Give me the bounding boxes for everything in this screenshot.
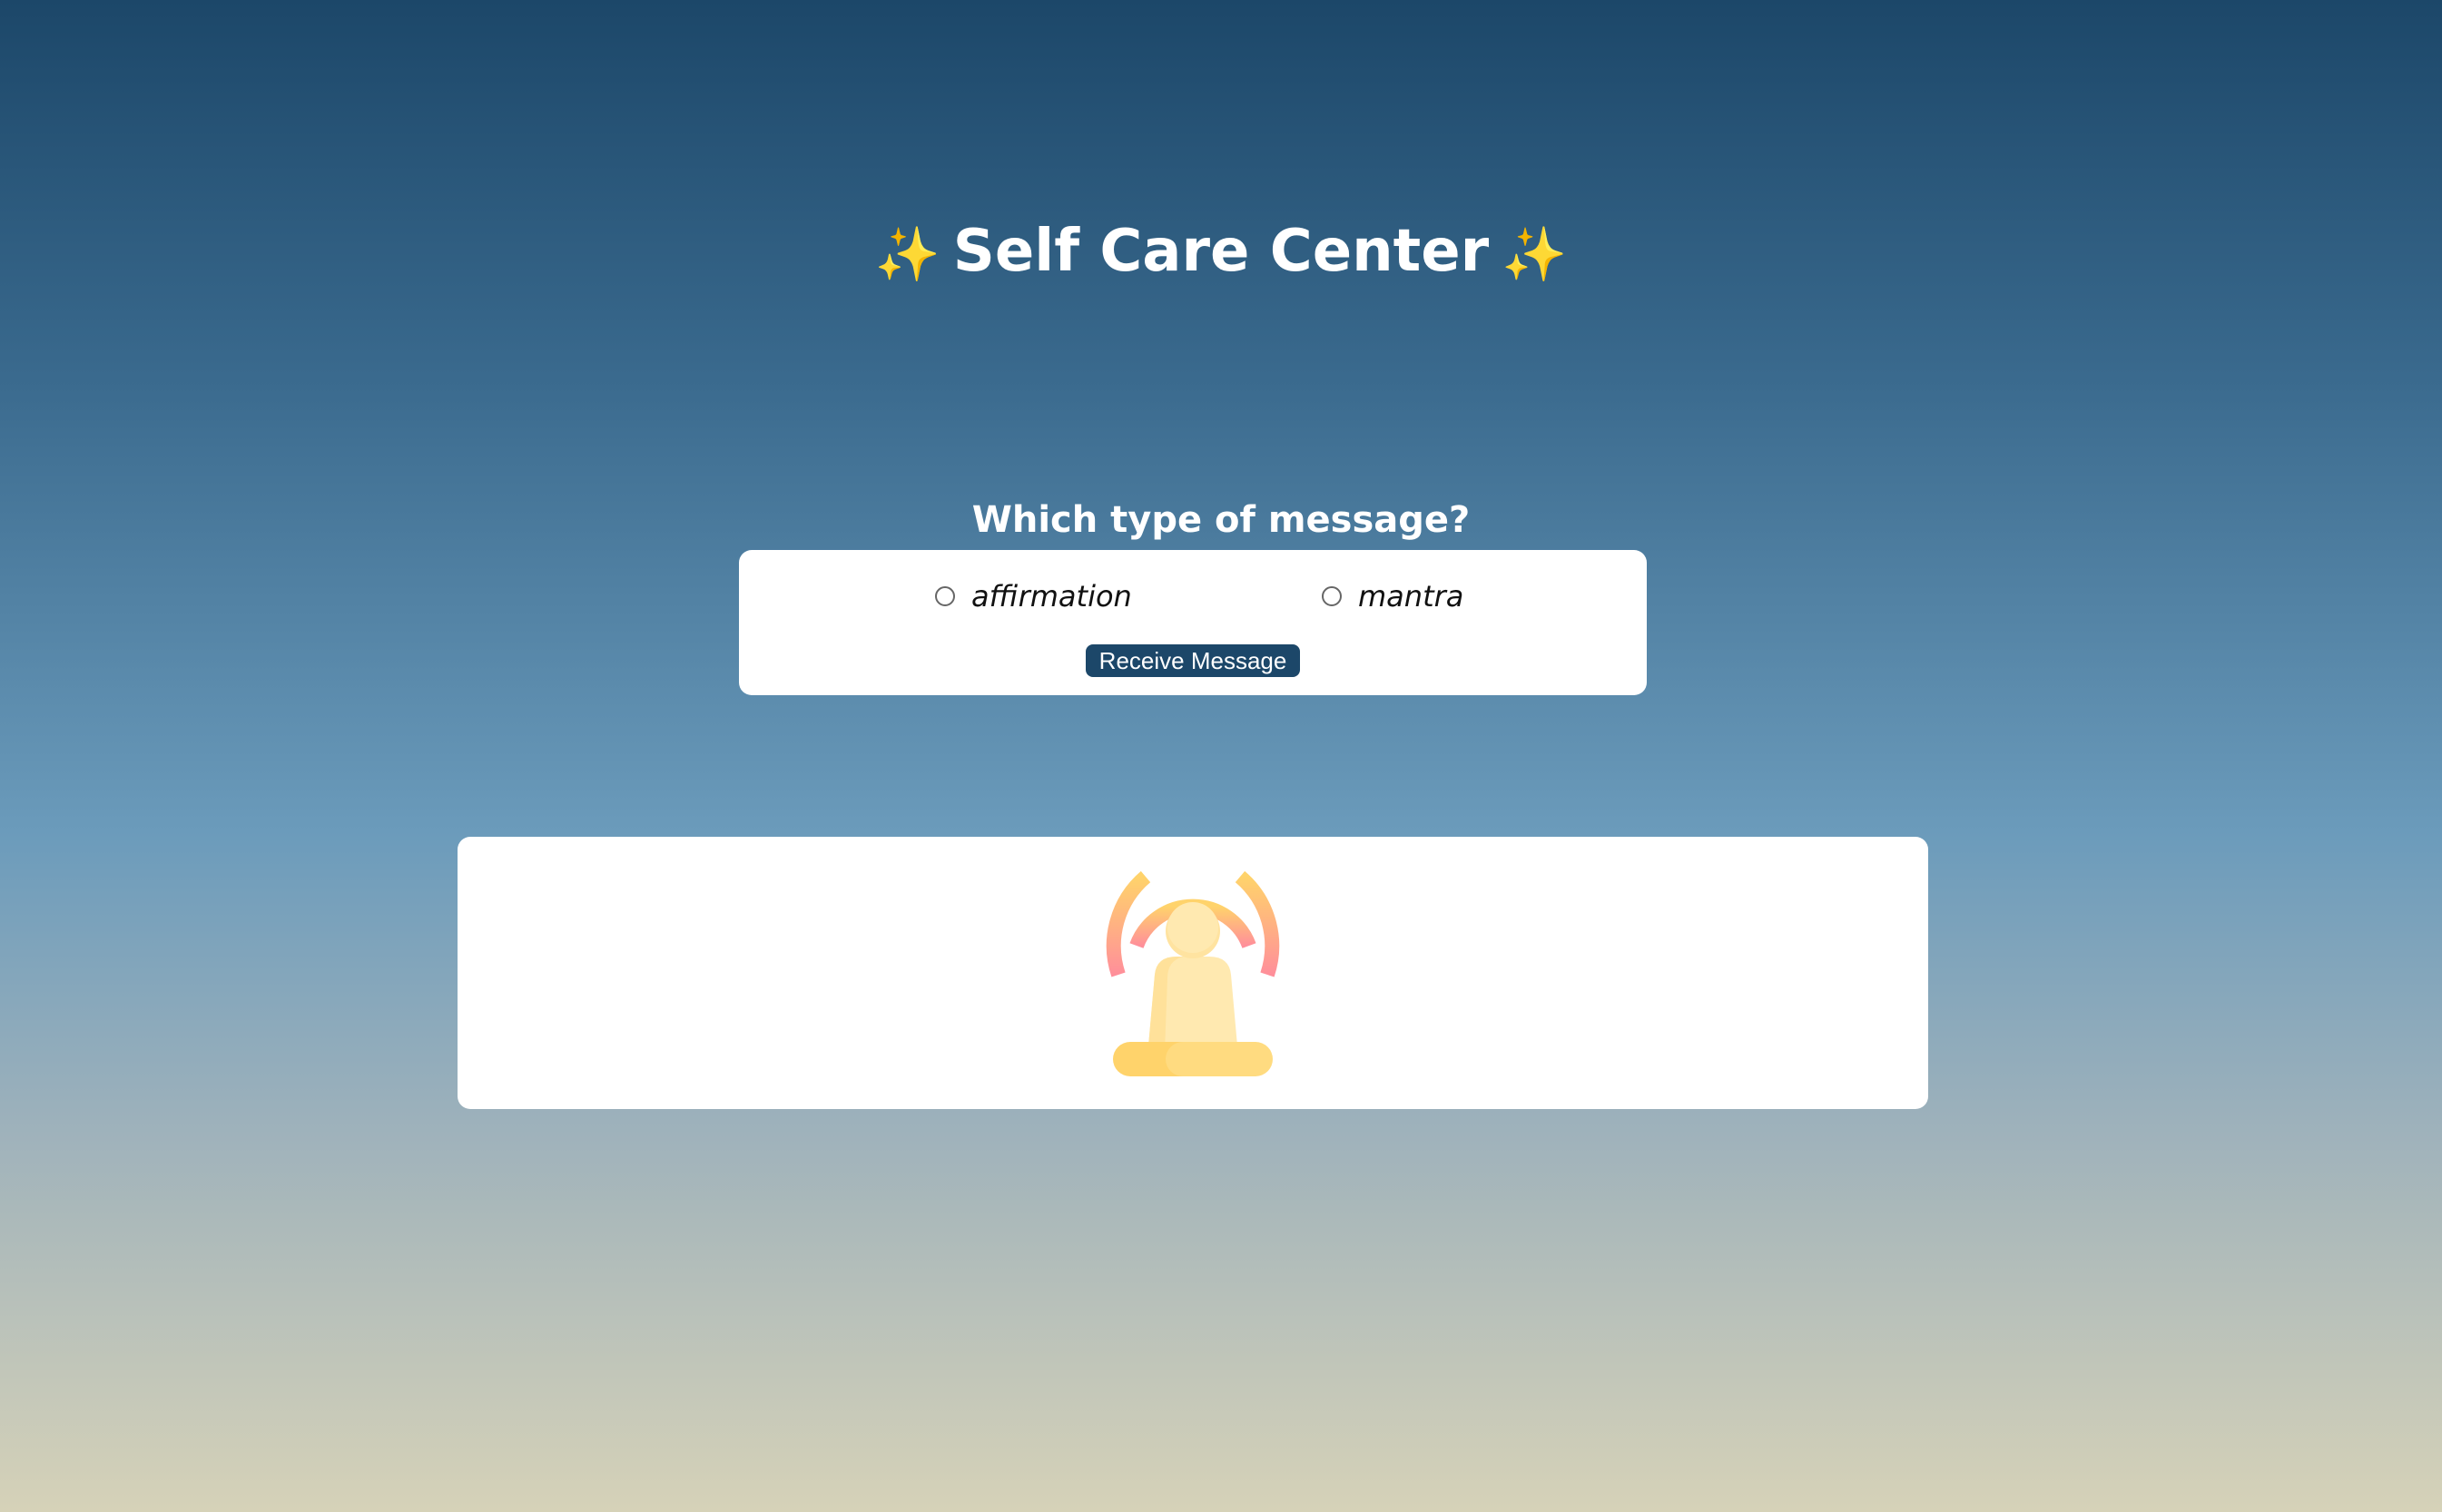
mantra-label: mantra <box>1358 579 1464 614</box>
page-title: ✨ Self Care Center ✨ <box>0 211 2442 294</box>
message-type-question: Which type of message? <box>971 499 1471 542</box>
affirmation-option[interactable]: affirmation <box>935 574 1132 619</box>
meditation-icon <box>1106 870 1280 1076</box>
message-display <box>458 837 1928 1109</box>
mantra-option[interactable]: mantra <box>1322 574 1463 619</box>
mantra-radio[interactable] <box>1322 586 1342 606</box>
sparkles-icon: ✨ <box>1502 223 1568 286</box>
affirmation-label: affirmation <box>971 579 1132 614</box>
affirmation-radio[interactable] <box>935 586 955 606</box>
receive-message-button[interactable]: Receive Message <box>1086 644 1300 677</box>
sparkles-icon: ✨ <box>874 223 940 286</box>
page-title-text: Self Care Center <box>952 217 1490 285</box>
message-type-form: affirmation mantra Receive Message <box>739 550 1647 695</box>
